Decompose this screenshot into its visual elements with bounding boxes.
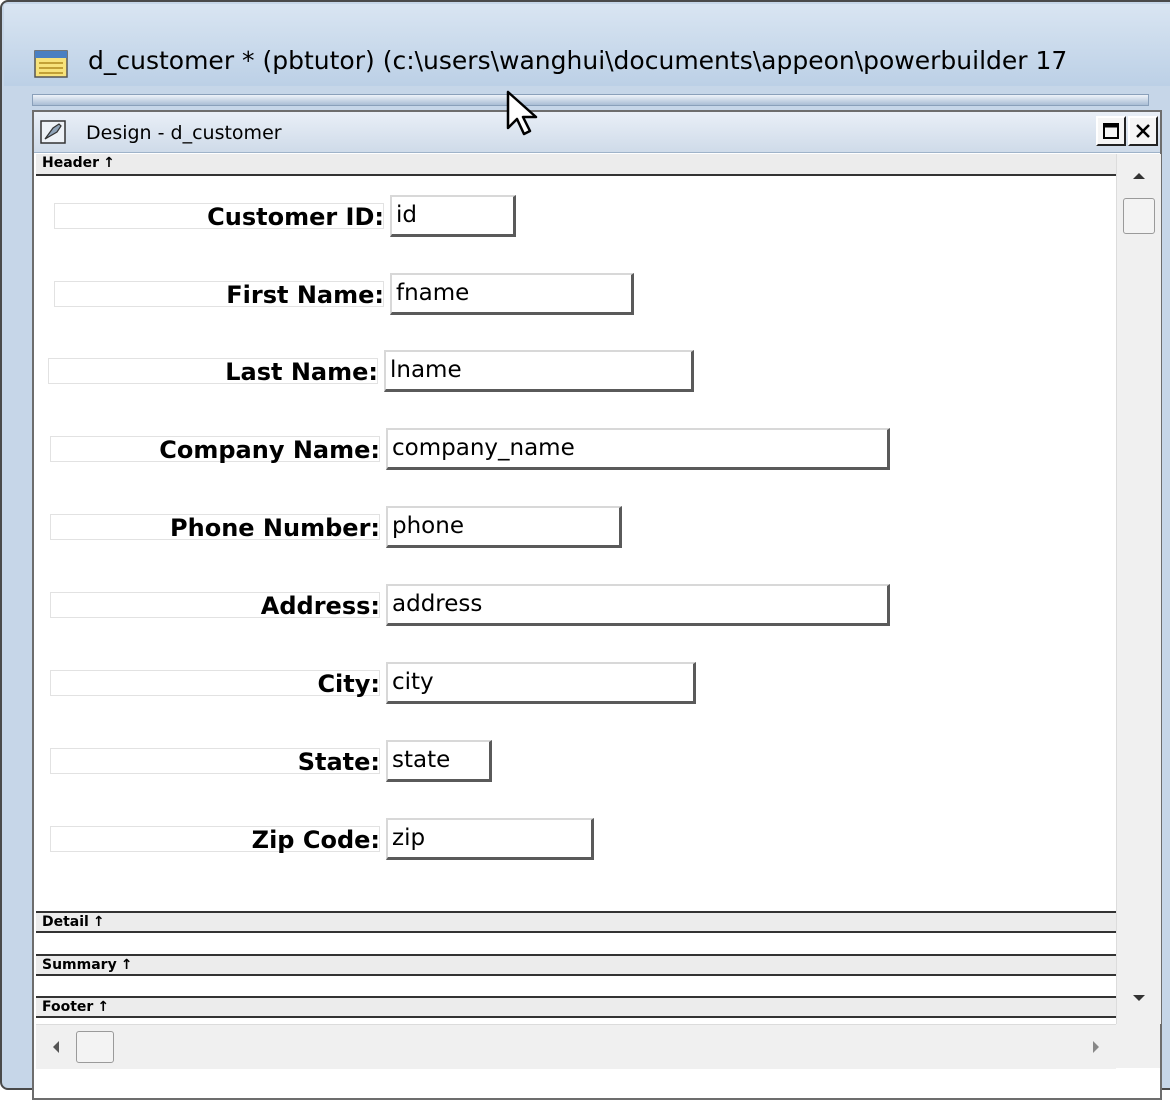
label-city[interactable]: City: bbox=[50, 664, 380, 704]
close-icon bbox=[1136, 124, 1150, 138]
column-zip[interactable]: zip bbox=[386, 818, 594, 860]
scroll-left-icon[interactable] bbox=[46, 1039, 66, 1055]
window-title-bar[interactable]: d_customer * (pbtutor) (c:\users\wanghui… bbox=[4, 4, 1170, 86]
label-address[interactable]: Address: bbox=[50, 586, 380, 626]
band-header[interactable]: Header ↑ bbox=[36, 154, 1116, 176]
label-customer-id[interactable]: Customer ID: bbox=[54, 197, 384, 237]
band-arrow-icon: ↑ bbox=[120, 957, 133, 973]
maximize-button[interactable] bbox=[1096, 116, 1126, 146]
design-view-icon bbox=[40, 120, 66, 144]
band-arrow-icon: ↑ bbox=[103, 155, 115, 171]
horizontal-scroll-thumb[interactable] bbox=[76, 1031, 114, 1063]
column-fname[interactable]: fname bbox=[390, 273, 634, 315]
column-company-name[interactable]: company_name bbox=[386, 428, 890, 470]
design-view: Design - d_customer Header ↑ Customer ID:… bbox=[32, 110, 1162, 1100]
band-arrow-icon: ↑ bbox=[92, 914, 105, 930]
label-company-name[interactable]: Company Name: bbox=[50, 430, 380, 470]
label-last-name[interactable]: Last Name: bbox=[48, 352, 378, 392]
label-first-name[interactable]: First Name: bbox=[54, 275, 384, 315]
column-address[interactable]: address bbox=[386, 584, 890, 626]
band-summary[interactable]: Summary ↑ bbox=[36, 954, 1116, 976]
column-lname[interactable]: lname bbox=[384, 350, 694, 392]
scrollbar-corner bbox=[1116, 1024, 1160, 1068]
vertical-scrollbar[interactable] bbox=[1116, 154, 1161, 1024]
column-phone[interactable]: phone bbox=[386, 506, 622, 548]
band-footer[interactable]: Footer ↑ bbox=[36, 996, 1116, 1018]
band-detail[interactable]: Detail ↑ bbox=[36, 911, 1116, 933]
toolbar-strip bbox=[32, 94, 1149, 106]
design-title-bar[interactable]: Design - d_customer bbox=[34, 112, 1160, 153]
design-title: Design - d_customer bbox=[86, 122, 282, 144]
scroll-right-icon[interactable] bbox=[1086, 1039, 1106, 1055]
label-zip-code[interactable]: Zip Code: bbox=[50, 820, 380, 860]
main-window: d_customer * (pbtutor) (c:\users\wanghui… bbox=[0, 0, 1170, 1100]
maximize-icon bbox=[1103, 123, 1119, 139]
column-id[interactable]: id bbox=[390, 195, 516, 237]
vertical-scroll-thumb[interactable] bbox=[1123, 198, 1155, 234]
column-state[interactable]: state bbox=[386, 740, 492, 782]
horizontal-scrollbar[interactable] bbox=[36, 1024, 1116, 1069]
scroll-down-icon[interactable] bbox=[1129, 990, 1149, 1006]
column-city[interactable]: city bbox=[386, 662, 696, 704]
mouse-pointer-icon bbox=[506, 90, 538, 136]
band-arrow-icon: ↑ bbox=[97, 999, 110, 1015]
label-state[interactable]: State: bbox=[50, 742, 380, 782]
window-title: d_customer * (pbtutor) (c:\users\wanghui… bbox=[88, 46, 1068, 75]
datawindow-icon bbox=[34, 50, 68, 78]
scroll-up-icon[interactable] bbox=[1129, 168, 1149, 184]
close-button[interactable] bbox=[1128, 116, 1158, 146]
label-phone-number[interactable]: Phone Number: bbox=[50, 508, 380, 548]
design-canvas[interactable]: Header ↑ Customer ID: id First Name: fnam… bbox=[36, 154, 1116, 1024]
